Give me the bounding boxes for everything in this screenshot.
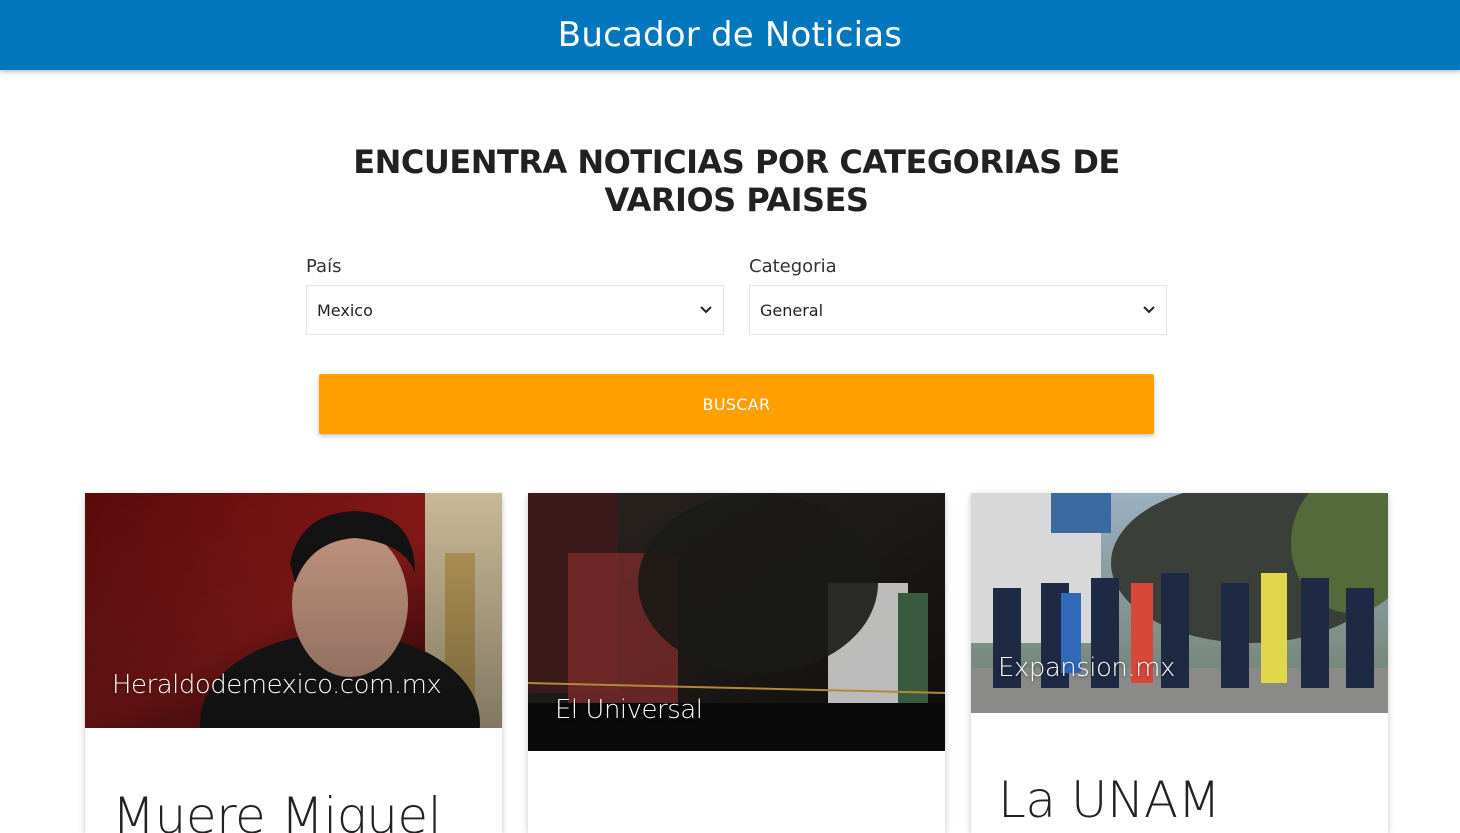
news-card-image: Expansion.mx [971, 493, 1388, 713]
app-header: Bucador de Noticias [0, 0, 1460, 70]
page-heading: ENCUENTRA NOTICIAS POR CATEGORIAS DE VAR… [353, 143, 1120, 219]
news-card[interactable]: Heraldodemexico.com.mx Muere Miguel [85, 493, 502, 833]
category-select[interactable]: General [749, 285, 1167, 335]
category-field: Categoria General [749, 255, 1167, 335]
chevron-down-icon [1142, 303, 1156, 317]
news-card-source: Heraldodemexico.com.mx [112, 670, 442, 700]
country-field: País Mexico [306, 255, 724, 335]
news-card-source: El Universal [555, 695, 703, 725]
chevron-down-icon [699, 303, 713, 317]
search-button[interactable]: BUSCAR [319, 374, 1154, 434]
news-card-image: El Universal [528, 493, 945, 751]
country-select[interactable]: Mexico [306, 285, 724, 335]
news-card-source: Expansion.mx [998, 653, 1175, 683]
app-title: Bucador de Noticias [557, 15, 903, 55]
news-card-title: Muere Miguel [112, 787, 442, 833]
country-label: País [306, 256, 342, 277]
category-select-value: General [760, 300, 824, 320]
news-card-image: Heraldodemexico.com.mx [85, 493, 502, 728]
news-card-title: La UNAM [998, 771, 1221, 829]
category-label: Categoria [749, 256, 837, 277]
news-card[interactable]: El Universal [528, 493, 945, 833]
country-select-value: Mexico [317, 300, 373, 320]
news-card[interactable]: Expansion.mx La UNAM [971, 493, 1388, 833]
search-button-label: BUSCAR [702, 394, 771, 414]
